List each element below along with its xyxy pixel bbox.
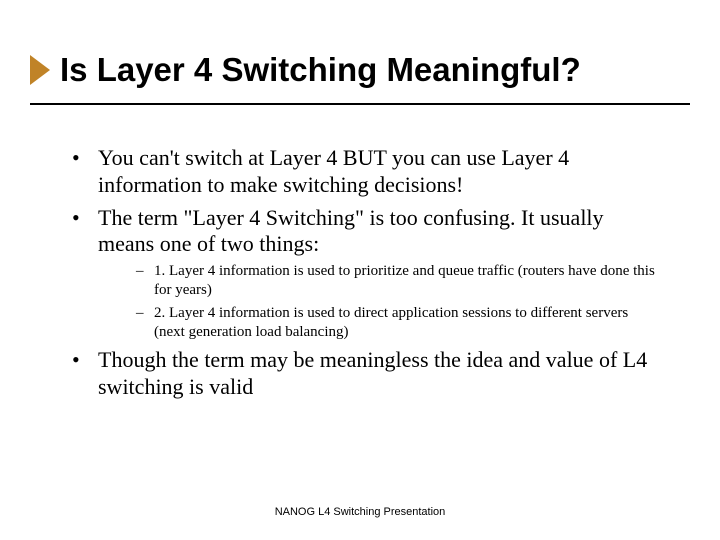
bullet-item: Though the term may be meaningless the i… [72,347,660,401]
title-row: Is Layer 4 Switching Meaningful? [30,52,680,88]
sub-bullet-item: 2. Layer 4 information is used to direct… [136,304,660,342]
bullet-list: You can't switch at Layer 4 BUT you can … [72,145,660,401]
slide: Is Layer 4 Switching Meaningful? You can… [0,0,720,540]
slide-body: You can't switch at Layer 4 BUT you can … [72,145,660,407]
bullet-item: You can't switch at Layer 4 BUT you can … [72,145,660,199]
sub-bullet-item: 1. Layer 4 information is used to priori… [136,262,660,300]
bullet-item: The term "Layer 4 Switching" is too conf… [72,205,660,342]
bullet-text: The term "Layer 4 Switching" is too conf… [98,205,604,257]
slide-title: Is Layer 4 Switching Meaningful? [60,52,581,88]
slide-footer: NANOG L4 Switching Presentation [0,506,720,518]
title-bullet-icon [30,55,60,85]
sub-bullet-list: 1. Layer 4 information is used to priori… [98,262,660,341]
title-underline [30,103,690,105]
